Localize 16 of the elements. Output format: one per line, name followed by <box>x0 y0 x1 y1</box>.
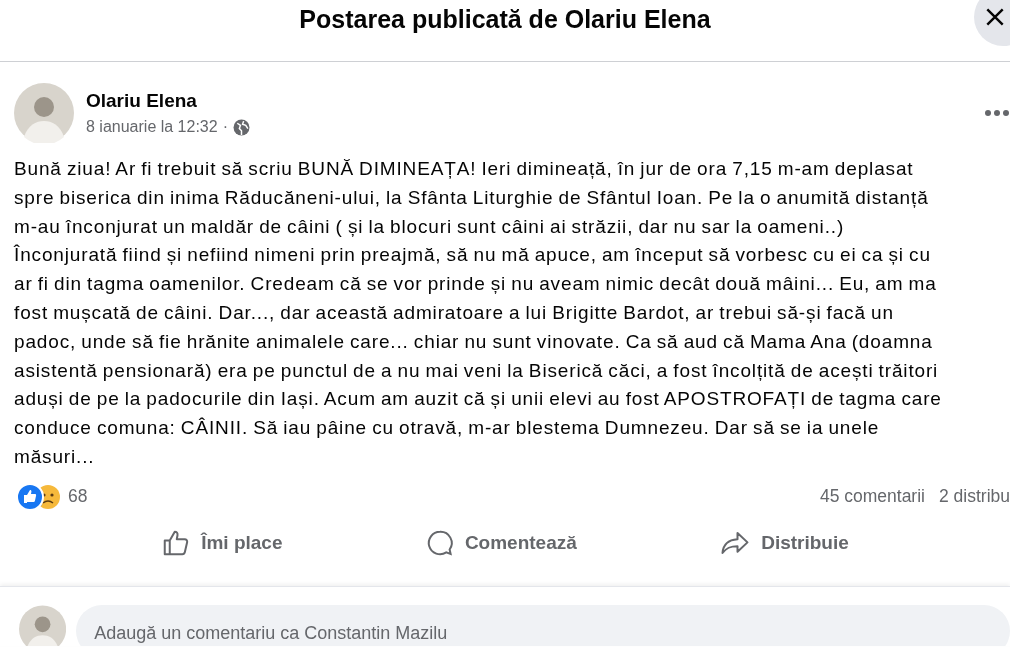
author-name[interactable]: Olariu Elena <box>86 90 250 112</box>
comment-count[interactable]: 45 comentarii <box>819 486 925 508</box>
avatar <box>14 83 74 143</box>
dialog-title: Postarea publicată de Olariu Elena <box>299 5 711 34</box>
separator: · <box>222 118 228 136</box>
avatar <box>19 604 67 646</box>
comment-button[interactable]: Comentează <box>416 523 585 562</box>
comment-field[interactable]: Adaugă un comentariu ca Constantin Mazilu <box>76 604 1010 646</box>
post-time[interactable]: 8 ianuarie la 12:32 <box>86 118 218 136</box>
close-icon <box>984 6 1006 28</box>
share-button[interactable]: Distribuie <box>711 523 857 562</box>
reaction-count[interactable]: 68 <box>68 486 88 508</box>
like-button[interactable]: Îmi place <box>153 523 291 562</box>
globe-icon <box>233 118 250 136</box>
share-count[interactable]: 2 distribu <box>939 486 1010 508</box>
post-text: Bună ziua! Ar fi trebuit să scriu BUNĂ DIMINEAȚA! Ieri dimineață, în jur de ora 7,15 m-am deplasat spre biserica din inima Răducăneni-ului, la Sfânta Liturghie de Sfântul Ioan. Pe la o anumită distanță m-au înconjurat un maldăr de câini ( și la blocuri sunt câini ai străzii, dar nu sar la oameni..) Înconjurată fiind și nefiind nimeni prin preajmă, să nu mă apuce, am început să vorbesc cu ei ca și cu ar fi din tagma oamenilor. Credeam că se vor prinde și nu aveam nimic decât două mâini... Eu, am ma fost mușcată de câini. Dar..., dar această admiratoare a lui Brigitte Bardot, ar trebui să-și facă un padoc, unde să fie hrănite animalele care... chiar nu sunt vinovate. Ca să aud că Mama Ana (doamna asistentă pensionară) era pe punctul de a nu mai veni la Biserică căci, a fost încolțită de acești trăitori aduși de pe la padocurile din Iași. Acum am auzit că și unii elevi au fost APOSTROFAȚI de tagma care conduce comuna: CÂINII. Să iau pâine cu otravă, m-ar blestema Dumnezeu. Dar să se ia unele măsuri... <box>14 157 943 469</box>
